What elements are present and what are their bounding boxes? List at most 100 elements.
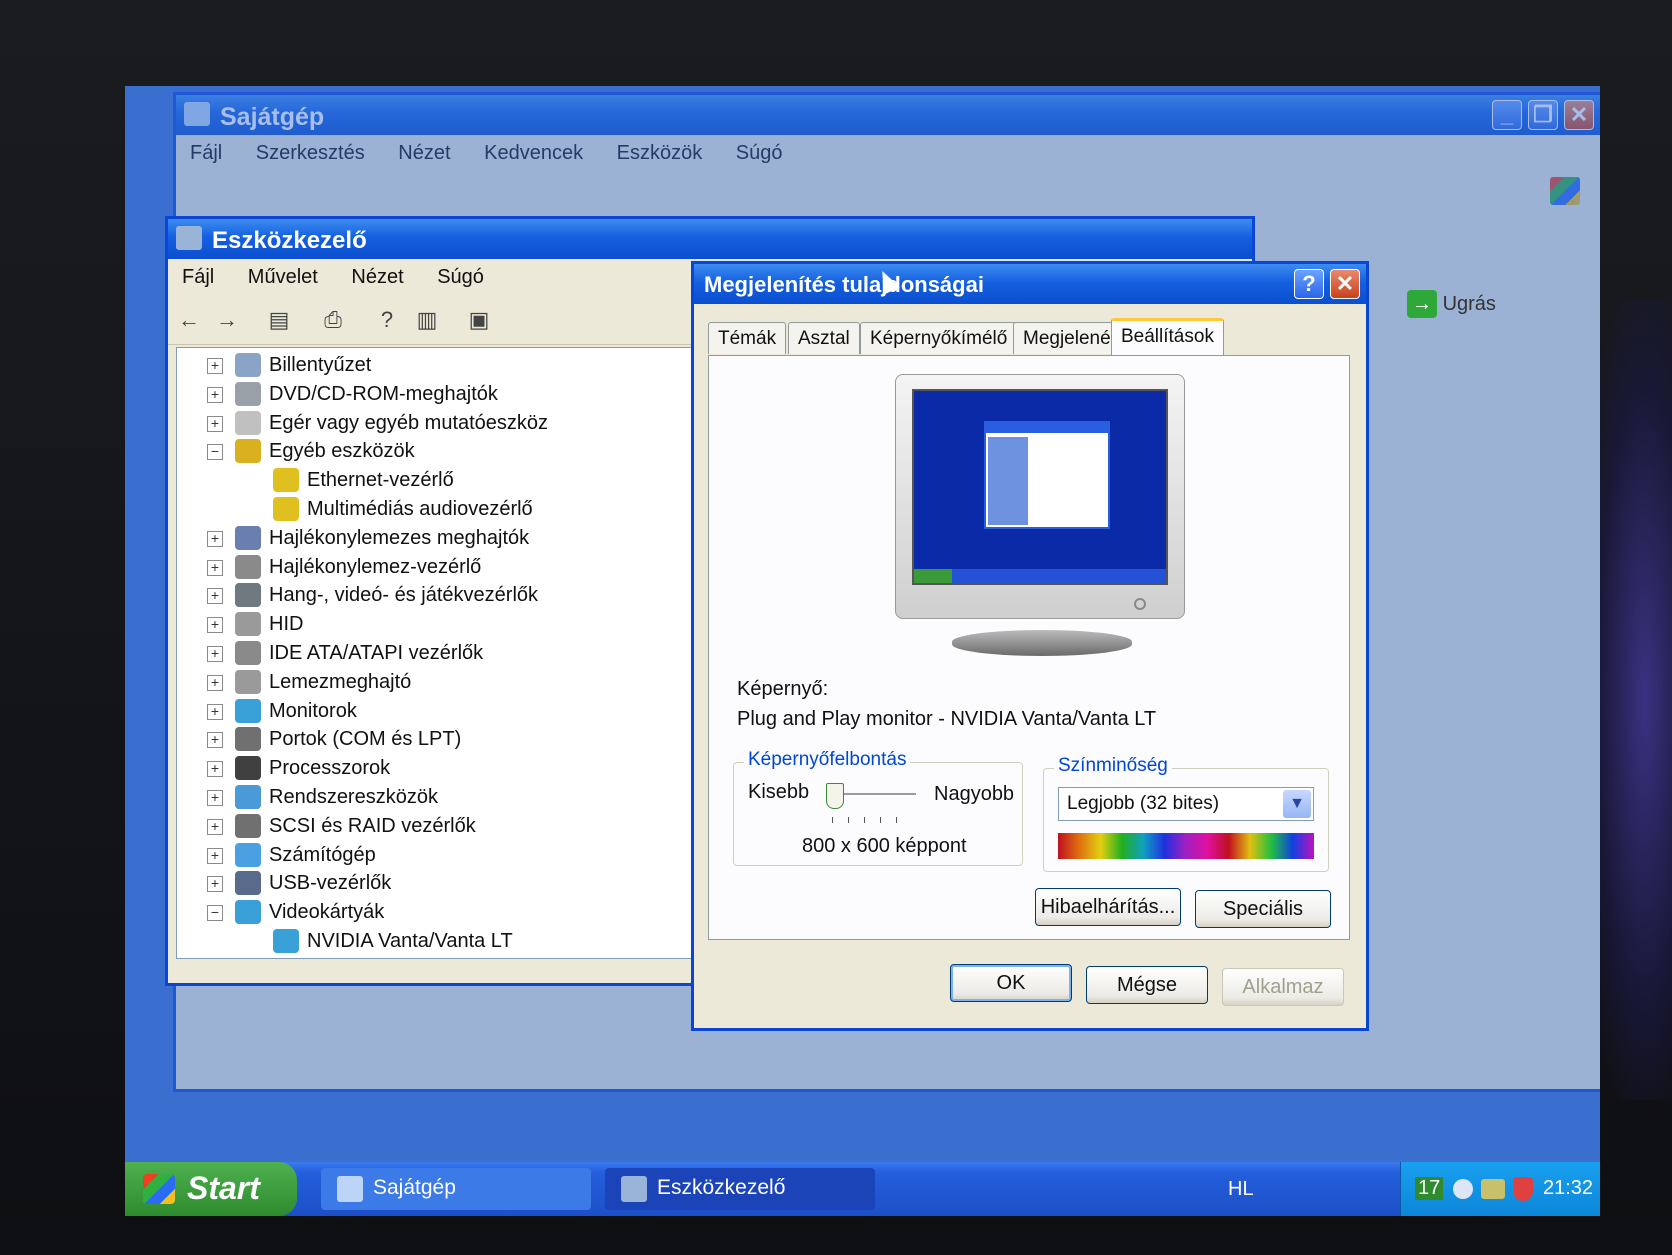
tree-item-label: USB-vezérlők bbox=[269, 872, 392, 895]
taskbar: Start Sajátgép Eszközkezelő 17 21:32 bbox=[125, 1162, 1600, 1216]
sound-icon bbox=[235, 583, 261, 608]
restore-button[interactable]: ❐ bbox=[1528, 100, 1558, 130]
chevron-down-icon[interactable]: ▼ bbox=[1283, 790, 1311, 818]
my-computer-titlebar[interactable]: Sajátgép bbox=[176, 95, 1600, 135]
keyboard-icon bbox=[235, 353, 261, 377]
tab-settings[interactable]: Beállítások bbox=[1111, 318, 1224, 355]
view-icon[interactable]: ▥ bbox=[412, 307, 442, 335]
system-icon bbox=[235, 785, 261, 809]
ok-button[interactable]: OK bbox=[950, 964, 1072, 1002]
scan-hardware-icon[interactable]: ▣ bbox=[464, 307, 494, 335]
display-adapter-icon bbox=[273, 929, 299, 953]
properties-icon[interactable]: ? bbox=[372, 307, 402, 335]
expand-icon[interactable]: + bbox=[207, 732, 223, 749]
expand-icon[interactable]: + bbox=[207, 415, 223, 432]
minimize-button[interactable]: _ bbox=[1492, 100, 1522, 130]
start-label: Start bbox=[187, 1170, 260, 1206]
expand-icon[interactable]: + bbox=[207, 358, 223, 374]
monitor-name: Plug and Play monitor - NVIDIA Vanta/Van… bbox=[737, 708, 1157, 730]
back-icon[interactable]: ← bbox=[174, 307, 204, 335]
collapse-icon[interactable]: − bbox=[207, 444, 223, 461]
tree-item-label: Hajlékonylemez-vezérlő bbox=[269, 555, 482, 578]
resolution-slider-ticks bbox=[832, 817, 912, 823]
task-my-computer-label: Sajátgép bbox=[373, 1176, 456, 1199]
device-manager-titlebar[interactable]: Eszközkezelő bbox=[168, 219, 1252, 259]
device-tree[interactable]: + Billentyűzet + DVD/CD-ROM-meghajtók + Egér … bbox=[176, 347, 706, 959]
menu-help[interactable]: Súgó bbox=[423, 259, 498, 289]
display-properties-title: Megjelenítés tulajdonságai bbox=[704, 272, 984, 297]
task-my-computer[interactable]: Sajátgép bbox=[321, 1168, 591, 1210]
menu-view[interactable]: Nézet bbox=[384, 135, 464, 165]
show-hide-tree-icon[interactable]: ▤ bbox=[264, 307, 294, 335]
advanced-button[interactable]: Speciális bbox=[1195, 890, 1331, 928]
tree-item-label: Monitorok bbox=[269, 699, 357, 722]
expand-icon[interactable]: + bbox=[207, 761, 223, 778]
display-properties-titlebar[interactable]: Megjelenítés tulajdonságai bbox=[694, 264, 1366, 304]
troubleshoot-button[interactable]: Hibaelhárítás... bbox=[1035, 888, 1181, 926]
expand-icon[interactable]: + bbox=[207, 818, 223, 835]
resolution-slider-thumb[interactable] bbox=[826, 783, 844, 809]
expand-icon[interactable]: + bbox=[207, 703, 223, 720]
apply-button[interactable]: Alkalmaz bbox=[1222, 968, 1344, 1006]
display-adapter-icon bbox=[235, 900, 261, 925]
expand-icon[interactable]: + bbox=[207, 847, 223, 864]
resolution-more-label: Nagyobb bbox=[934, 783, 1015, 805]
start-button[interactable]: Start bbox=[125, 1162, 297, 1216]
tray-display-icon[interactable] bbox=[1481, 1179, 1505, 1199]
resolution-value: 800 x 600 képpont bbox=[802, 835, 967, 857]
tab-desktop[interactable]: Asztal bbox=[788, 322, 860, 354]
go-arrow-icon: → bbox=[1407, 290, 1437, 318]
expand-icon[interactable]: + bbox=[207, 674, 223, 691]
settings-panel: Képernyő: Plug and Play monitor - NVIDIA… bbox=[708, 355, 1350, 940]
monitor-preview bbox=[895, 374, 1185, 656]
tab-themes[interactable]: Témák bbox=[708, 322, 787, 354]
tree-item-label: IDE ATA/ATAPI vezérlők bbox=[269, 642, 484, 664]
tab-screensaver[interactable]: Képernyőkímélő bbox=[860, 322, 1018, 354]
tree-item-label: Videokártyák bbox=[269, 901, 385, 924]
menu-view[interactable]: Nézet bbox=[337, 259, 417, 289]
tray-network-icon[interactable] bbox=[1453, 1179, 1473, 1199]
menu-file[interactable]: Fájl bbox=[176, 135, 236, 165]
expand-icon[interactable]: + bbox=[207, 386, 223, 403]
expand-icon[interactable]: + bbox=[207, 588, 223, 605]
expand-icon[interactable]: + bbox=[207, 559, 223, 576]
cancel-button[interactable]: Mégse bbox=[1086, 966, 1208, 1004]
color-quality-select[interactable]: Legjobb (32 bites) ▼ bbox=[1058, 787, 1314, 821]
expand-icon[interactable]: + bbox=[207, 646, 223, 662]
color-spectrum-bar bbox=[1058, 833, 1314, 859]
expand-icon[interactable]: + bbox=[207, 876, 223, 893]
tree-item-label: Processzorok bbox=[269, 757, 391, 780]
screen-label: Képernyő: bbox=[737, 678, 829, 700]
clock[interactable]: 21:32 bbox=[1543, 1177, 1593, 1200]
close-button[interactable]: ✕ bbox=[1330, 269, 1360, 299]
menu-action[interactable]: Művelet bbox=[234, 259, 332, 289]
expand-icon[interactable]: + bbox=[207, 530, 223, 547]
tree-item-label: Számítógép bbox=[269, 843, 376, 866]
expand-icon[interactable]: + bbox=[207, 617, 223, 634]
device-manager-icon bbox=[176, 226, 202, 250]
go-button[interactable]: → Ugrás bbox=[1407, 290, 1496, 324]
color-quality-value: Legjobb (32 bites) bbox=[1067, 793, 1220, 814]
port-icon bbox=[235, 727, 261, 752]
dialog-display-properties[interactable]: Megjelenítés tulajdonságai ? ✕ Témák Asz… bbox=[691, 261, 1369, 1031]
menu-file[interactable]: Fájl bbox=[168, 259, 228, 289]
color-quality-legend: Színminőség bbox=[1054, 755, 1172, 777]
menu-edit[interactable]: Szerkesztés bbox=[242, 135, 379, 165]
language-indicator[interactable]: HL bbox=[1228, 1178, 1254, 1201]
my-computer-menubar: Fájl Szerkesztés Nézet Kedvencek Eszközö… bbox=[176, 135, 1600, 171]
forward-icon[interactable]: → bbox=[212, 307, 242, 335]
tree-item-label: Ethernet-vezérlő bbox=[307, 469, 454, 492]
expand-icon[interactable]: + bbox=[207, 790, 223, 806]
help-button[interactable]: ? bbox=[1294, 269, 1324, 299]
close-button[interactable]: ✕ bbox=[1564, 100, 1594, 130]
menu-help[interactable]: Súgó bbox=[722, 135, 797, 165]
task-device-manager[interactable]: Eszközkezelő bbox=[605, 1168, 875, 1210]
print-icon[interactable]: ⎙ bbox=[318, 307, 348, 335]
monitor-stand bbox=[952, 630, 1132, 656]
tray-security-icon[interactable] bbox=[1513, 1177, 1533, 1201]
monitor-icon bbox=[235, 698, 261, 723]
tree-item-label: DVD/CD-ROM-meghajtók bbox=[269, 382, 498, 405]
menu-favorites[interactable]: Kedvencek bbox=[470, 135, 597, 165]
menu-tools[interactable]: Eszközök bbox=[603, 135, 717, 165]
collapse-icon[interactable]: − bbox=[207, 905, 223, 922]
